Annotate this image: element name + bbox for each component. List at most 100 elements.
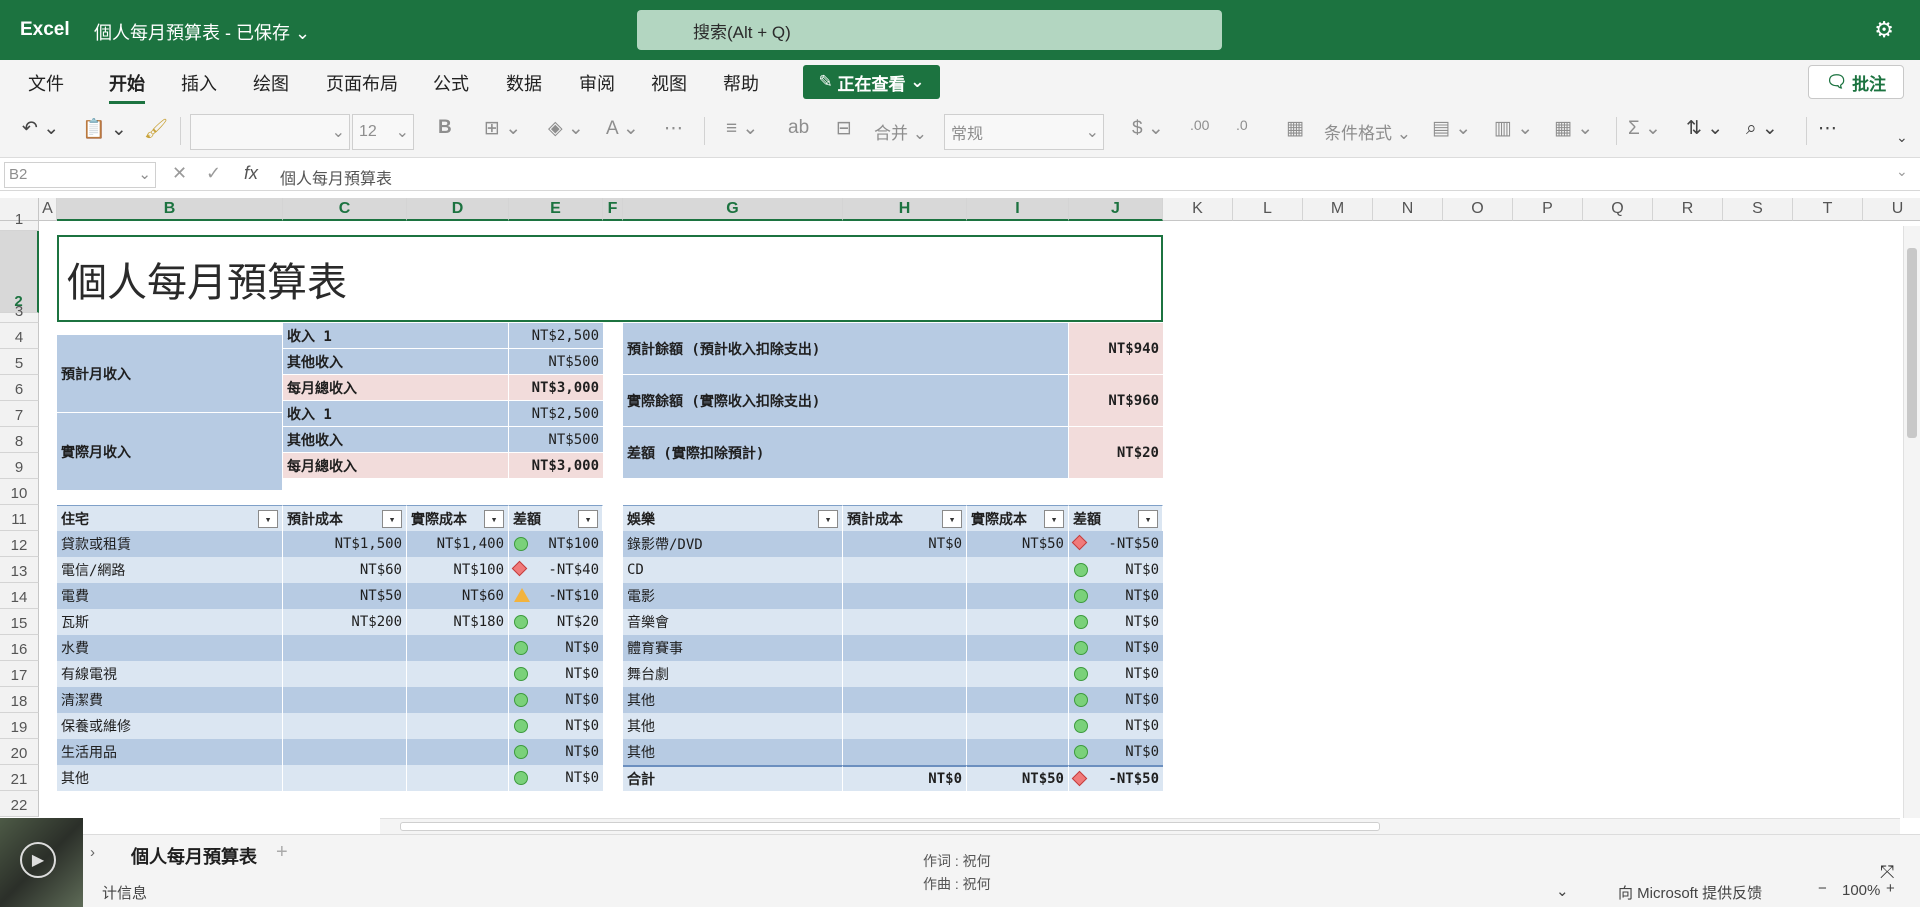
table-actual-cost[interactable]: NT$60 [407,583,509,609]
font-color-icon[interactable]: A ⌄ [606,117,639,140]
zoom-level[interactable]: 100% [1842,882,1880,899]
table-header[interactable]: 差額 ▾ [509,505,603,531]
tab-help[interactable]: 帮助 [723,70,759,96]
column-header[interactable]: M [1303,198,1373,221]
table-difference[interactable]: NT$0 [509,765,603,791]
table-item-label[interactable]: 其他 [623,687,843,713]
column-header[interactable]: E [509,198,603,221]
zoom-out-icon[interactable]: − [1818,880,1827,897]
merge-icon[interactable]: ⊟ [836,117,852,140]
table-item-label[interactable]: 其他 [57,765,283,791]
worksheet[interactable]: ABCDEFGHIJKLMNOPQRSTU 123456789101112131… [0,198,1920,818]
income-item-value[interactable]: NT$3,000 [509,375,603,401]
table-header[interactable]: 預計成本 ▾ [283,505,407,531]
row-header[interactable]: 20 [0,739,39,765]
table-planned-cost[interactable] [843,713,967,739]
table-planned-cost[interactable] [283,635,407,661]
income-item-label[interactable]: 其他收入 [283,349,509,375]
income-item-value[interactable]: NT$500 [509,349,603,375]
table-header[interactable]: 實際成本 ▾ [407,505,509,531]
table-difference[interactable]: NT$0 [1069,687,1163,713]
align-icon[interactable]: ≡ ⌄ [726,117,758,140]
column-header[interactable]: A [39,198,57,221]
currency-icon[interactable]: $ ⌄ [1132,117,1164,140]
table-planned-cost[interactable] [843,739,967,765]
table-actual-cost[interactable]: NT$180 [407,609,509,635]
table-difference[interactable]: NT$100 [509,531,603,557]
column-header[interactable]: Q [1583,198,1653,221]
filter-dropdown-icon[interactable]: ▾ [1044,510,1064,528]
merge-button[interactable]: 合并 ⌄ [874,119,927,144]
filter-dropdown-icon[interactable]: ▾ [818,510,838,528]
row-header[interactable]: 6 [0,375,39,401]
chevron-down-icon[interactable]: ⌄ [1556,882,1569,900]
enter-icon[interactable]: ✓ [206,163,221,184]
format-painter-icon[interactable]: 🖌 [144,117,168,141]
format-as-table-icon[interactable]: ▤ ⌄ [1432,117,1471,140]
expand-formula-icon[interactable]: ⌄ [1896,163,1908,180]
table-difference[interactable]: NT$0 [1069,635,1163,661]
wrap-text-icon[interactable]: ab [788,117,809,139]
tab-view[interactable]: 视图 [651,70,687,96]
formula-input[interactable]: 個人每月預算表 [280,165,392,189]
income-item-label[interactable]: 收入 1 [283,401,509,427]
vertical-scrollbar[interactable] [1903,226,1920,818]
table-actual-cost[interactable] [407,765,509,791]
table-header[interactable]: 娛樂 ▾ [623,505,843,531]
column-header[interactable]: J [1069,198,1163,221]
row-header[interactable]: 12 [0,531,39,557]
table-difference[interactable]: NT$0 [509,739,603,765]
table-item-label[interactable]: 錄影帶/DVD [623,531,843,557]
table-difference[interactable]: -NT$10 [509,583,603,609]
filter-dropdown-icon[interactable]: ▾ [578,510,598,528]
table-difference[interactable]: NT$0 [1069,739,1163,765]
table-planned-cost[interactable] [283,687,407,713]
column-header[interactable]: F [603,198,623,221]
table-item-label[interactable]: 有線電視 [57,661,283,687]
font-size-dropdown[interactable]: 12 ⌄ [352,114,414,150]
table-difference[interactable]: NT$0 [509,713,603,739]
table-header[interactable]: 實際成本 ▾ [967,505,1069,531]
table-planned-cost[interactable] [843,661,967,687]
table-planned-cost[interactable] [283,739,407,765]
income-item-label[interactable]: 其他收入 [283,427,509,453]
row-header[interactable]: 5 [0,349,39,375]
tab-page-layout[interactable]: 页面布局 [326,70,398,96]
table-difference[interactable]: NT$0 [509,635,603,661]
table-actual-cost[interactable] [407,713,509,739]
column-header[interactable]: P [1513,198,1583,221]
income-item-value[interactable]: NT$2,500 [509,401,603,427]
row-header[interactable]: 11 [0,505,39,531]
column-header[interactable]: C [283,198,407,221]
tab-file[interactable]: 文件 [28,70,64,96]
comments-button[interactable]: 🗨 批注 [1808,65,1904,99]
column-header[interactable]: I [967,198,1069,221]
table-item-label[interactable]: 合計 [623,765,843,791]
workbook-stats[interactable]: 计信息 [102,882,147,903]
column-header[interactable]: R [1653,198,1723,221]
column-header[interactable]: K [1163,198,1233,221]
borders-icon[interactable]: ⊞ ⌄ [484,117,521,140]
table-planned-cost[interactable]: NT$0 [843,765,967,791]
table-planned-cost[interactable] [843,583,967,609]
conditional-format-icon[interactable]: ▦ [1286,117,1304,140]
table-item-label[interactable]: 瓦斯 [57,609,283,635]
table-actual-cost[interactable] [967,687,1069,713]
sheet-nav-icon[interactable]: › [90,844,95,861]
table-actual-cost[interactable] [967,583,1069,609]
number-format-dropdown[interactable]: 常规 ⌄ [944,114,1104,150]
table-difference[interactable]: NT$0 [1069,583,1163,609]
row-header[interactable]: 17 [0,661,39,687]
tab-draw[interactable]: 绘图 [253,70,289,96]
table-planned-cost[interactable] [283,661,407,687]
filter-dropdown-icon[interactable]: ▾ [1138,510,1158,528]
table-planned-cost[interactable]: NT$60 [283,557,407,583]
income-item-value[interactable]: NT$2,500 [509,323,603,349]
table-planned-cost[interactable] [843,635,967,661]
table-actual-cost[interactable] [407,661,509,687]
column-header[interactable]: O [1443,198,1513,221]
function-icon[interactable]: fx [244,163,258,184]
row-header[interactable]: 21 [0,765,39,791]
table-difference[interactable]: NT$0 [1069,609,1163,635]
table-difference[interactable]: NT$0 [509,661,603,687]
